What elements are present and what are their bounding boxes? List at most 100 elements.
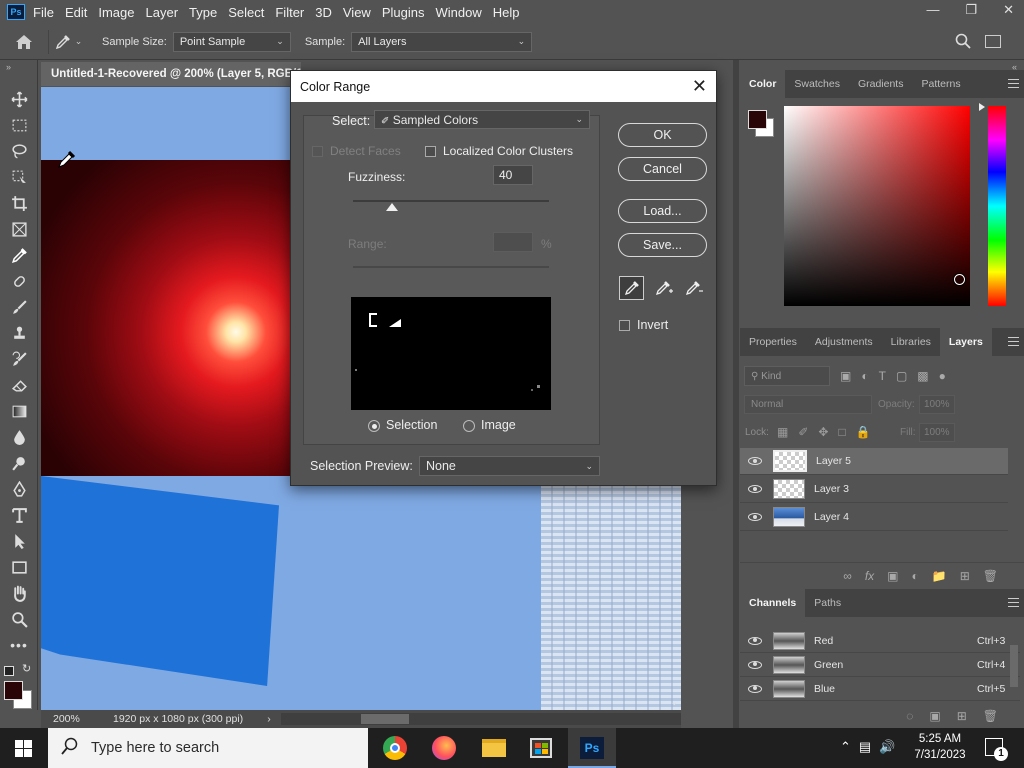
new-group-icon[interactable]: 📁 bbox=[932, 569, 947, 583]
menu-select[interactable]: Select bbox=[228, 5, 264, 20]
menu-window[interactable]: Window bbox=[435, 5, 481, 20]
layer-row-layer-5[interactable]: Layer 5 bbox=[740, 448, 1008, 475]
tab-layers[interactable]: Layers bbox=[939, 328, 992, 356]
frame-tool-icon[interactable] bbox=[0, 216, 38, 242]
eyedropper-tool-preset-icon[interactable]: ⌄ bbox=[48, 29, 88, 54]
panel-menu-icon[interactable] bbox=[1008, 598, 1019, 607]
minimize-icon[interactable]: — bbox=[926, 2, 939, 18]
gradient-tool-icon[interactable] bbox=[0, 398, 38, 424]
selection-preview-select[interactable]: None ⌄ bbox=[419, 456, 600, 476]
save-selection-channel-icon[interactable]: ▣ bbox=[929, 709, 940, 723]
taskbar-search-box[interactable]: Type here to search bbox=[48, 728, 368, 768]
tab-adjustments[interactable]: Adjustments bbox=[806, 328, 882, 356]
filter-shape-icon[interactable]: ▢ bbox=[896, 369, 907, 383]
blur-tool-icon[interactable] bbox=[0, 424, 38, 450]
layer-row-layer-3[interactable]: Layer 3 bbox=[740, 476, 1008, 503]
foreground-color-swatch[interactable] bbox=[4, 681, 23, 700]
workspace-icon[interactable] bbox=[985, 35, 1001, 48]
hue-slider[interactable] bbox=[988, 106, 1006, 306]
channel-row-red[interactable]: Red Ctrl+3 bbox=[740, 629, 1020, 653]
dodge-tool-icon[interactable] bbox=[0, 450, 38, 476]
menu-edit[interactable]: Edit bbox=[65, 5, 87, 20]
swap-arrow-icon[interactable]: ↻ bbox=[22, 662, 31, 675]
load-channel-selection-icon[interactable]: ◌ bbox=[906, 709, 913, 723]
tab-properties[interactable]: Properties bbox=[740, 328, 806, 356]
lasso-tool-icon[interactable] bbox=[0, 138, 38, 164]
color-picker-cursor[interactable] bbox=[954, 274, 965, 285]
object-selection-tool-icon[interactable] bbox=[0, 164, 38, 190]
opacity-input[interactable]: 100% bbox=[919, 395, 955, 414]
zoom-tool-icon[interactable] bbox=[0, 606, 38, 632]
adjustment-layer-icon[interactable]: ◐ bbox=[912, 569, 919, 583]
lock-artboard-icon[interactable]: □ bbox=[838, 425, 845, 439]
delete-channel-icon[interactable]: 🗑 bbox=[983, 709, 998, 723]
visibility-eye-icon[interactable] bbox=[748, 660, 762, 669]
home-icon[interactable] bbox=[0, 34, 48, 50]
tab-swatches[interactable]: Swatches bbox=[785, 70, 849, 98]
more-tools-icon[interactable]: ••• bbox=[0, 632, 38, 658]
new-layer-icon[interactable]: ⊞ bbox=[960, 569, 970, 583]
type-tool-icon[interactable] bbox=[0, 502, 38, 528]
color-picker-field[interactable] bbox=[784, 106, 970, 306]
panel-menu-icon[interactable] bbox=[1008, 337, 1019, 346]
visibility-eye-icon[interactable] bbox=[748, 457, 762, 465]
hand-tool-icon[interactable] bbox=[0, 580, 38, 606]
filter-pixel-icon[interactable]: ▣ bbox=[840, 369, 851, 383]
menu-3d[interactable]: 3D bbox=[315, 5, 332, 20]
lock-transparent-icon[interactable]: ▦ bbox=[777, 425, 788, 439]
panel-menu-icon[interactable] bbox=[1008, 79, 1019, 88]
crop-tool-icon[interactable] bbox=[0, 190, 38, 216]
chrome-icon[interactable] bbox=[383, 736, 407, 760]
path-selection-tool-icon[interactable] bbox=[0, 528, 38, 554]
sample-select[interactable]: All Layers ⌄ bbox=[351, 31, 533, 52]
search-icon[interactable] bbox=[955, 33, 971, 52]
select-dropdown[interactable]: ✐ Sampled Colors ⌄ bbox=[374, 110, 590, 129]
selection-radio[interactable] bbox=[368, 420, 380, 432]
link-layers-icon[interactable]: ∞ bbox=[843, 569, 852, 583]
menu-layer[interactable]: Layer bbox=[146, 5, 179, 20]
visibility-eye-icon[interactable] bbox=[748, 636, 762, 645]
horizontal-scrollbar[interactable] bbox=[281, 713, 681, 725]
menu-filter[interactable]: Filter bbox=[275, 5, 304, 20]
layer-style-fx-icon[interactable]: fx bbox=[865, 569, 874, 583]
visibility-eye-icon[interactable] bbox=[748, 485, 762, 493]
eyedropper-icon[interactable] bbox=[619, 276, 644, 300]
load-button[interactable]: Load... bbox=[618, 199, 707, 223]
start-button-icon[interactable] bbox=[15, 740, 32, 760]
tab-color[interactable]: Color bbox=[740, 70, 786, 98]
tab-gradients[interactable]: Gradients bbox=[849, 70, 913, 98]
eyedropper-tool-icon[interactable] bbox=[0, 242, 38, 268]
filter-adjustment-icon[interactable]: ◐ bbox=[861, 369, 868, 383]
tab-channels[interactable]: Channels bbox=[740, 589, 806, 617]
swap-colors-icon[interactable] bbox=[4, 666, 14, 676]
delete-layer-icon[interactable]: 🗑 bbox=[983, 569, 998, 583]
add-mask-icon[interactable]: ▣ bbox=[887, 569, 898, 583]
menu-plugins[interactable]: Plugins bbox=[382, 5, 425, 20]
clock[interactable]: 5:25 AM 7/31/2023 bbox=[912, 731, 968, 763]
menu-image[interactable]: Image bbox=[98, 5, 134, 20]
fuzziness-slider-track[interactable] bbox=[353, 200, 549, 202]
lock-paint-icon[interactable]: ✐ bbox=[798, 425, 808, 439]
photoshop-taskbar-button[interactable]: Ps bbox=[568, 728, 616, 768]
move-tool-icon[interactable] bbox=[0, 86, 38, 112]
network-icon[interactable]: ▤ bbox=[859, 739, 871, 755]
image-radio[interactable] bbox=[463, 420, 475, 432]
firefox-icon[interactable] bbox=[432, 736, 456, 760]
sample-size-select[interactable]: Point Sample ⌄ bbox=[172, 31, 291, 52]
subtract-from-sample-icon[interactable] bbox=[681, 276, 706, 300]
detect-faces-checkbox[interactable] bbox=[312, 146, 323, 157]
blend-mode-select[interactable]: Normal bbox=[744, 395, 872, 414]
store-icon[interactable] bbox=[530, 738, 552, 758]
new-channel-icon[interactable]: ⊞ bbox=[957, 709, 967, 723]
channel-row-blue[interactable]: Blue Ctrl+5 bbox=[740, 677, 1020, 701]
layer-row-layer-4[interactable]: Layer 4 bbox=[740, 504, 1008, 531]
channel-row-green[interactable]: Green Ctrl+4 bbox=[740, 653, 1020, 677]
layer-filter-kind[interactable]: ⚲ Kind bbox=[744, 366, 830, 386]
restore-icon[interactable]: ❐ bbox=[965, 2, 977, 18]
eraser-tool-icon[interactable] bbox=[0, 372, 38, 398]
menu-help[interactable]: Help bbox=[493, 5, 520, 20]
channels-scrollbar[interactable] bbox=[1010, 645, 1018, 687]
notification-icon[interactable]: 1 bbox=[985, 738, 1008, 761]
ok-button[interactable]: OK bbox=[618, 123, 707, 147]
menu-type[interactable]: Type bbox=[189, 5, 217, 20]
